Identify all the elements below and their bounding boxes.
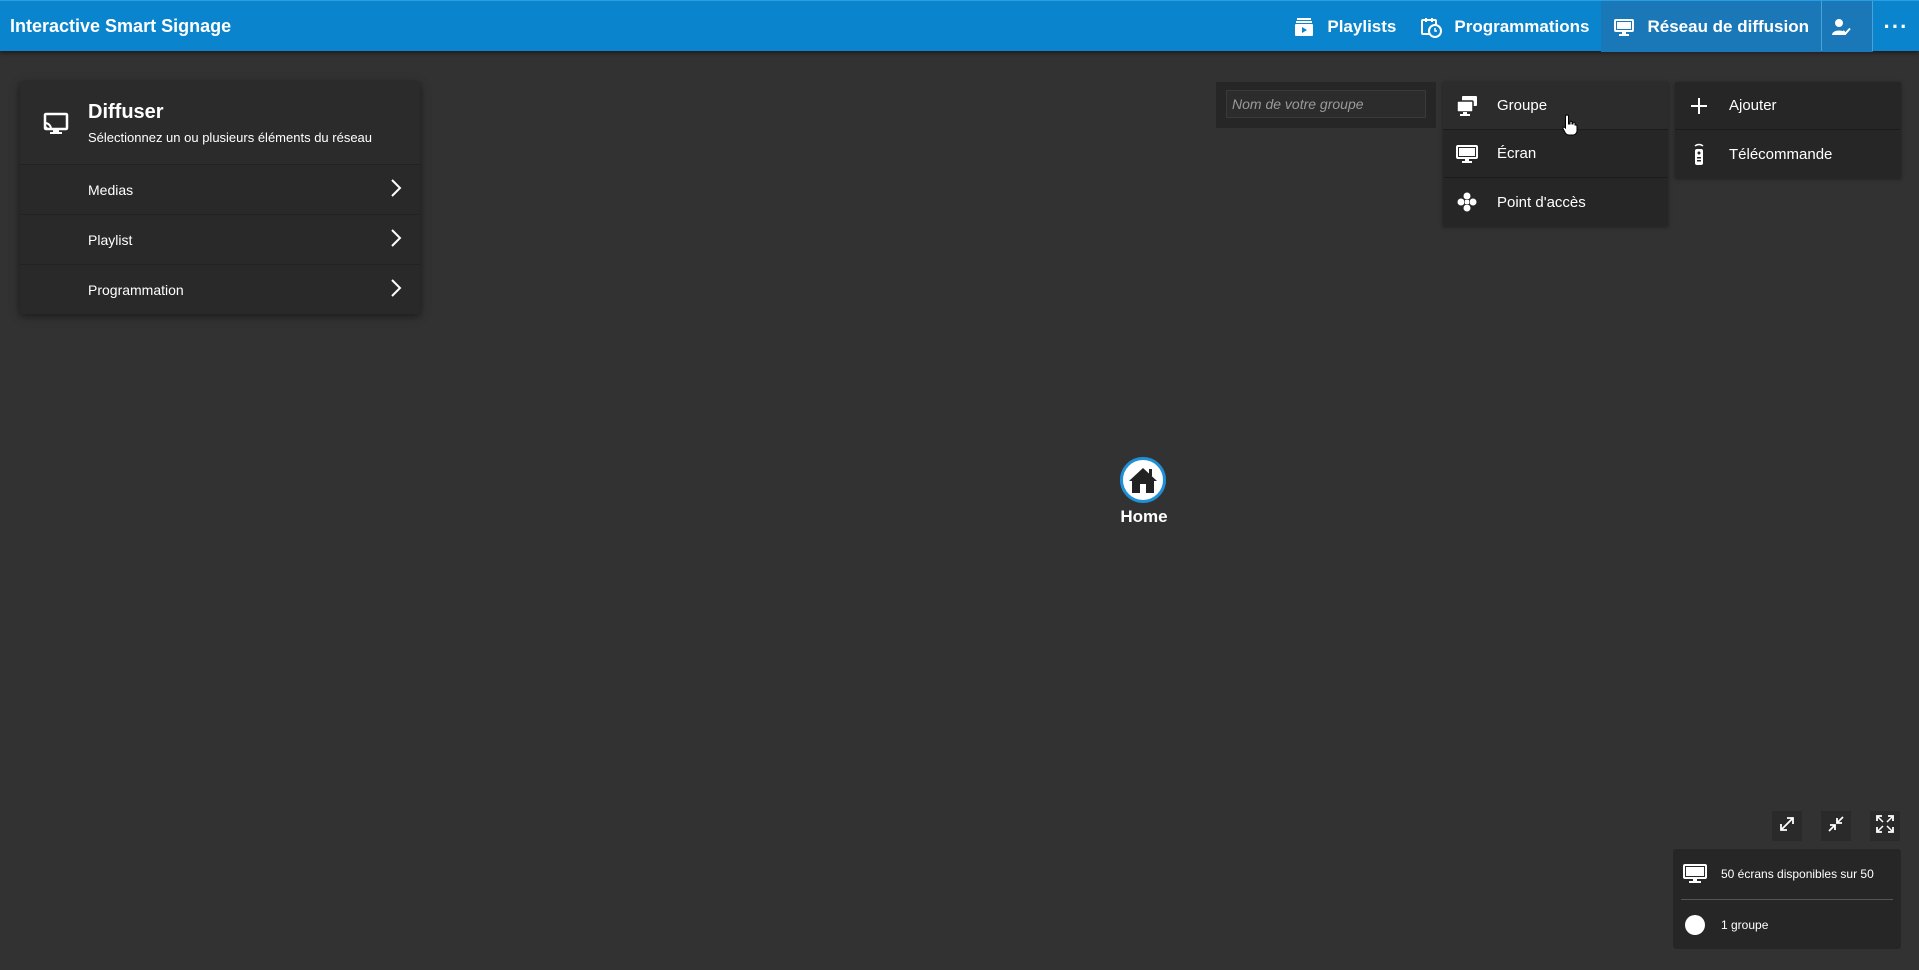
- panel-item-label: Medias: [88, 181, 134, 198]
- monitor-icon: [1681, 863, 1709, 885]
- panel-item-medias[interactable]: Medias: [20, 164, 420, 214]
- screens-available-row: 50 écrans disponibles sur 50: [1681, 849, 1893, 899]
- group-name-box: [1216, 82, 1436, 128]
- panel-header: Diffuser Sélectionnez un ou plusieurs él…: [20, 82, 420, 164]
- app-title[interactable]: Interactive Smart Signage: [10, 1, 231, 52]
- chevron-right-icon: [390, 178, 402, 201]
- home-node[interactable]: [1120, 457, 1168, 505]
- add-menu: Ajouter Télécommande: [1675, 82, 1901, 178]
- chevron-right-icon: [390, 228, 402, 251]
- screens-available-text: 50 écrans disponibles sur 50: [1721, 867, 1874, 881]
- expand-button[interactable]: [1772, 811, 1802, 841]
- diffuser-panel: Diffuser Sélectionnez un ou plusieurs él…: [20, 82, 420, 314]
- chevron-right-icon: [390, 278, 402, 301]
- menu-item-label: Télécommande: [1729, 145, 1833, 163]
- nav-playlists-label: Playlists: [1327, 16, 1397, 36]
- menu-item-telecommande[interactable]: Télécommande: [1675, 130, 1901, 178]
- menu-item-point-acces[interactable]: Point d'accès: [1443, 178, 1668, 226]
- panel-item-playlist[interactable]: Playlist: [20, 214, 420, 264]
- menu-item-label: Ajouter: [1729, 97, 1777, 114]
- menu-item-ajouter[interactable]: Ajouter: [1675, 82, 1901, 130]
- network-info-box: 50 écrans disponibles sur 50 1 groupe: [1673, 849, 1901, 949]
- cast-icon: [42, 109, 70, 137]
- top-bar: Interactive Smart Signage Playlists Prog…: [0, 0, 1919, 52]
- hand-cursor-icon: [1562, 114, 1578, 136]
- playlist-icon: [1293, 16, 1315, 38]
- user-menu-button[interactable]: [1822, 1, 1872, 52]
- group-name-input[interactable]: [1226, 90, 1426, 118]
- more-icon: ···: [1883, 13, 1909, 39]
- home-icon: [1120, 457, 1166, 503]
- fullscreen-icon: [1876, 814, 1894, 838]
- panel-item-label: Playlist: [88, 231, 133, 248]
- groups-row: 1 groupe: [1681, 900, 1893, 950]
- fullscreen-button[interactable]: [1870, 811, 1900, 841]
- panel-title: Diffuser: [88, 101, 164, 123]
- nav-reseau-diffusion[interactable]: Réseau de diffusion: [1601, 1, 1821, 52]
- home-node-label: Home: [1120, 507, 1168, 526]
- menu-item-label: Groupe: [1497, 97, 1548, 114]
- nav-reseau-label: Réseau de diffusion: [1647, 16, 1809, 36]
- more-menu-button[interactable]: ···: [1873, 1, 1919, 52]
- menu-item-label: Écran: [1497, 145, 1537, 162]
- panel-subtitle: Sélectionnez un ou plusieurs éléments du…: [88, 130, 373, 145]
- collapse-icon: [1827, 815, 1845, 838]
- main-nav: Playlists Programmations Réseau de diffu…: [1281, 1, 1919, 52]
- panel-item-label: Programmation: [88, 281, 184, 298]
- remote-icon: [1685, 142, 1713, 166]
- monitor-icon: [1613, 16, 1635, 38]
- monitor-icon: [1453, 144, 1481, 164]
- panel-item-programmation[interactable]: Programmation: [20, 264, 420, 314]
- group-dot-icon: [1681, 915, 1709, 935]
- nav-programmations-label: Programmations: [1454, 16, 1590, 36]
- group-screens-icon: [1453, 95, 1481, 117]
- menu-item-groupe[interactable]: Groupe: [1443, 82, 1668, 130]
- plus-icon: [1685, 97, 1713, 115]
- groups-count-text: 1 groupe: [1721, 918, 1769, 932]
- menu-item-label: Point d'accès: [1497, 193, 1586, 211]
- type-menu: Groupe Écran Point d'accès: [1443, 82, 1668, 226]
- access-point-icon: [1453, 191, 1481, 213]
- schedule-icon: [1420, 16, 1443, 38]
- collapse-button[interactable]: [1821, 811, 1851, 841]
- menu-item-ecran[interactable]: Écran: [1443, 130, 1668, 178]
- expand-icon: [1778, 815, 1796, 838]
- user-check-icon: [1830, 16, 1852, 38]
- nav-playlists[interactable]: Playlists: [1281, 1, 1408, 52]
- nav-programmations[interactable]: Programmations: [1408, 1, 1601, 52]
